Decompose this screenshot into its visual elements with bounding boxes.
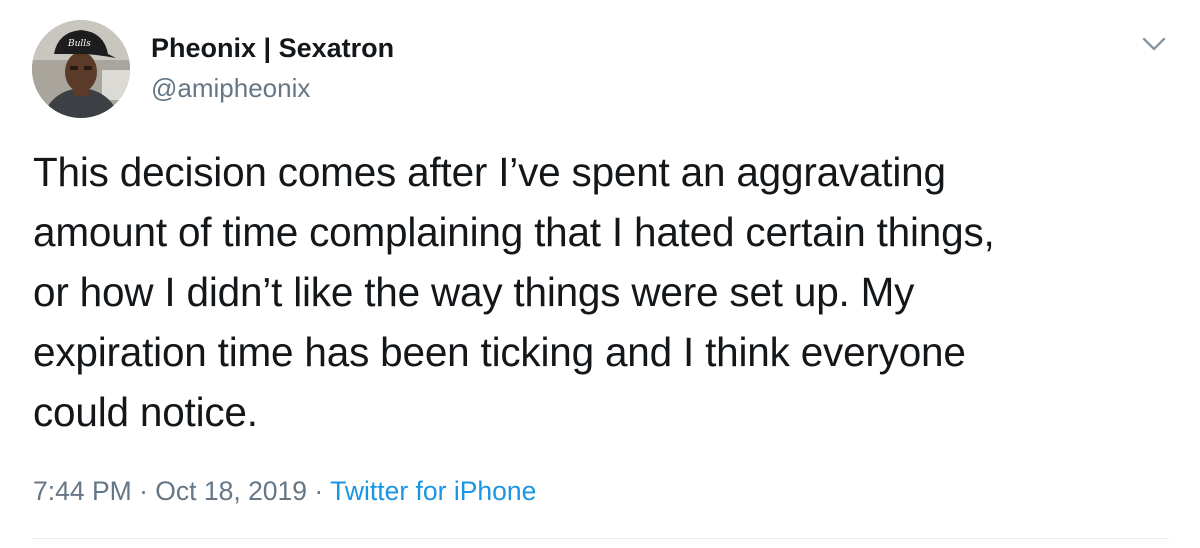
tweet-meta: 7:44 PM · Oct 18, 2019 · Twitter for iPh…	[33, 471, 536, 511]
meta-separator: ·	[314, 476, 324, 506]
user-info: Pheonix | Sexatron @amipheonix	[151, 30, 394, 106]
tweet-card: Bulls Pheonix | Sexatron @amipheonix Thi…	[0, 0, 1200, 548]
avatar-hat-text: Bulls	[67, 39, 91, 49]
display-name[interactable]: Pheonix | Sexatron	[151, 30, 394, 66]
tweet-text-line: amount of time complaining that I hated …	[33, 209, 995, 255]
tweet-time[interactable]: 7:44 PM	[33, 476, 132, 506]
user-handle[interactable]: @amipheonix	[151, 70, 394, 106]
tweet-text: This decision comes after I’ve spent an …	[33, 142, 1163, 442]
avatar[interactable]: Bulls	[32, 20, 130, 118]
tweet-text-line: This decision comes after I’ve spent an …	[33, 149, 946, 195]
tweet-date[interactable]: Oct 18, 2019	[155, 476, 307, 506]
tweet-text-line: or how I didn’t like the way things were…	[33, 269, 915, 315]
meta-separator: ·	[139, 476, 148, 506]
chevron-down-icon[interactable]	[1140, 30, 1168, 58]
avatar-image: Bulls	[32, 20, 130, 118]
divider	[33, 538, 1169, 539]
tweet-text-line: expiration time has been ticking and I t…	[33, 329, 966, 375]
tweet-text-line: could notice.	[33, 389, 258, 435]
tweet-source-link[interactable]: Twitter for iPhone	[330, 476, 536, 506]
